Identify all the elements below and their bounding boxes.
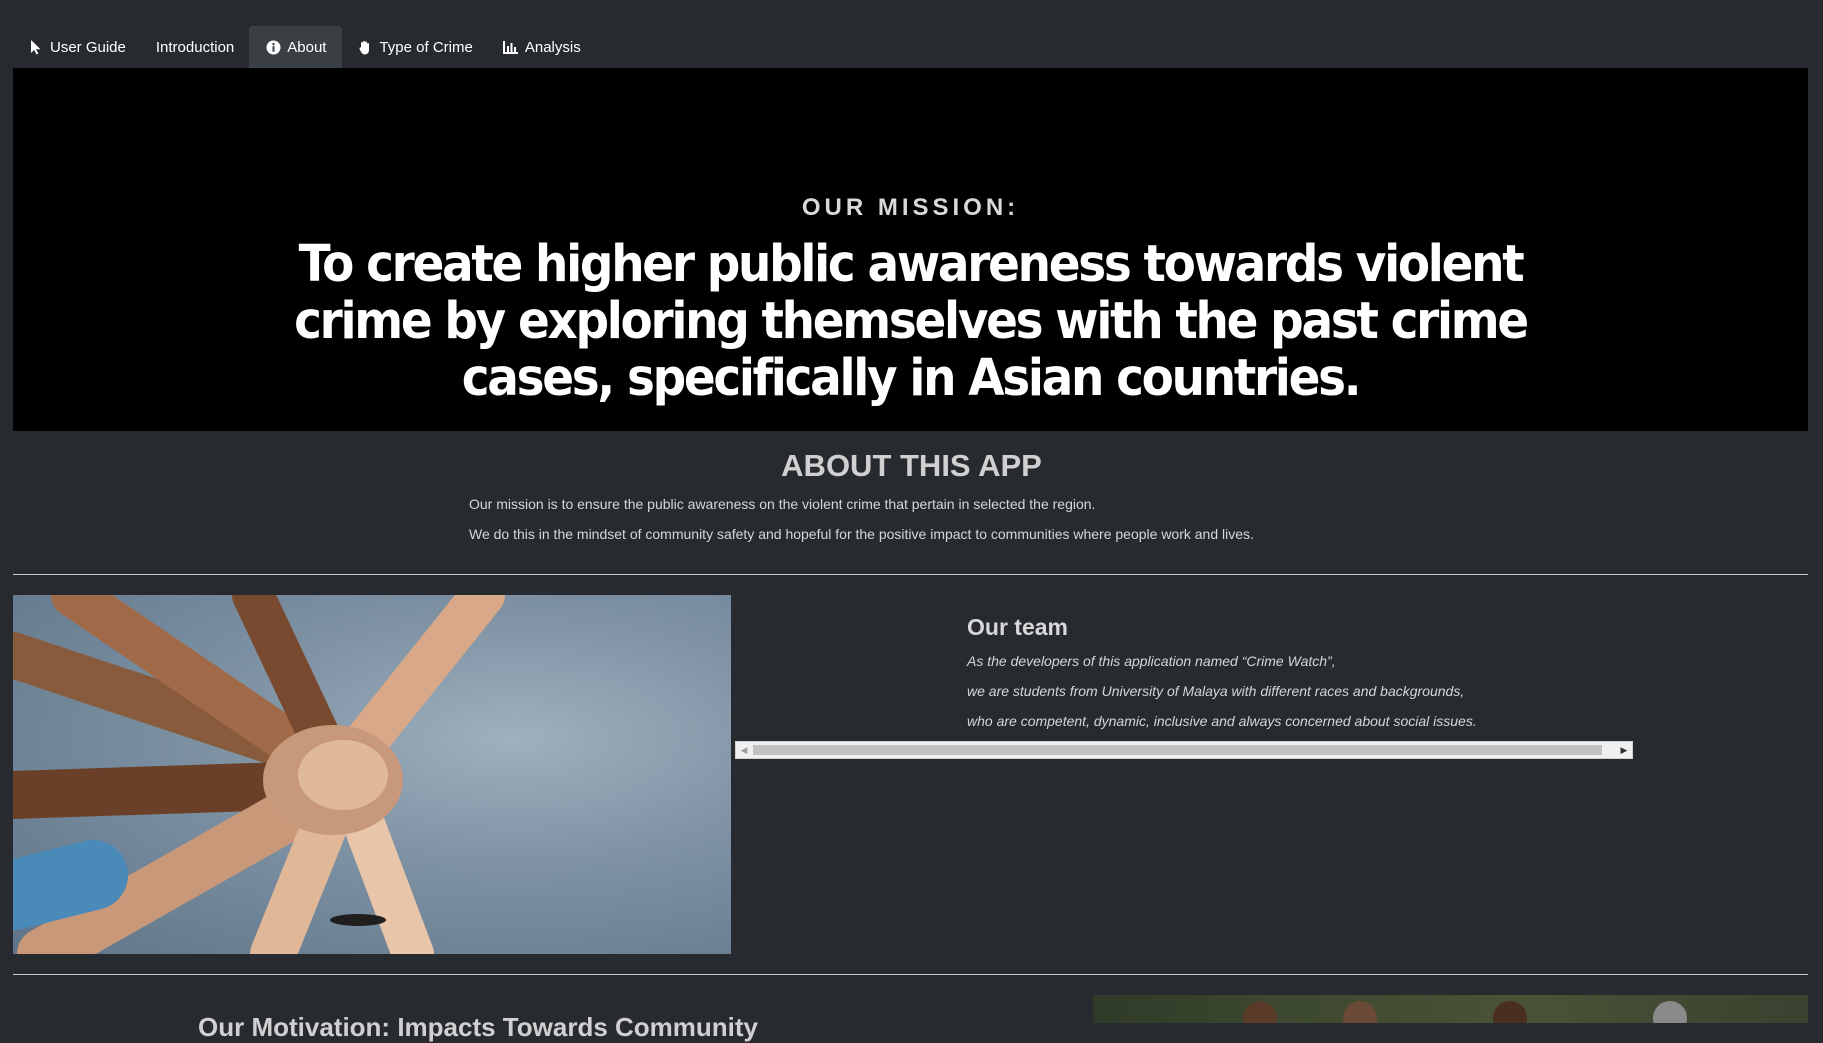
about-line: We do this in the mindset of community s…	[469, 526, 1254, 542]
tab-label: User Guide	[50, 38, 126, 56]
tab-introduction[interactable]: Introduction	[141, 26, 249, 68]
community-image	[1093, 995, 1808, 1023]
tab-analysis[interactable]: Analysis	[488, 26, 596, 68]
mission-kicker: OUR MISSION:	[801, 194, 1020, 221]
about-line: Our mission is to ensure the public awar…	[469, 496, 1096, 512]
cursor-icon	[28, 39, 44, 55]
hand-paper-icon	[357, 39, 373, 55]
bar-chart-icon	[503, 39, 519, 55]
team-title: Our team	[967, 614, 1068, 640]
tab-type-of-crime[interactable]: Type of Crime	[342, 26, 487, 68]
photo-detail	[1343, 1001, 1377, 1023]
horizontal-scrollbar[interactable]: ◀ ▶	[735, 741, 1633, 759]
mission-banner: OUR MISSION: To create higher public awa…	[13, 68, 1808, 431]
team-line: who are competent, dynamic, inclusive an…	[967, 713, 1477, 729]
team-hands-image	[13, 595, 731, 954]
info-circle-icon	[265, 40, 281, 56]
photo-detail	[1653, 1001, 1687, 1023]
scroll-right-icon[interactable]: ▶	[1616, 742, 1632, 758]
main-tab-bar: User Guide Introduction About Type of Cr…	[13, 26, 596, 68]
photo-detail	[1493, 1001, 1527, 1023]
tab-about[interactable]: About	[249, 26, 343, 68]
team-line: we are students from University of Malay…	[967, 683, 1465, 699]
photo-detail	[1243, 1001, 1277, 1023]
tab-label: Introduction	[155, 38, 235, 56]
section-divider	[13, 574, 1808, 575]
team-line: As the developers of this application na…	[967, 653, 1336, 669]
mission-statement: To create higher public awareness toward…	[294, 235, 1529, 408]
motivation-title: Our Motivation: Impacts Towards Communit…	[198, 1012, 759, 1042]
about-title: ABOUT THIS APP	[781, 448, 1042, 483]
tab-label: Type of Crime	[379, 38, 473, 56]
tab-user-guide[interactable]: User Guide	[13, 26, 141, 68]
section-divider	[13, 974, 1808, 975]
scrollbar-thumb[interactable]	[753, 745, 1602, 755]
tab-label: About	[287, 39, 327, 56]
tab-label: Analysis	[524, 38, 581, 56]
scroll-left-icon[interactable]: ◀	[736, 742, 752, 758]
